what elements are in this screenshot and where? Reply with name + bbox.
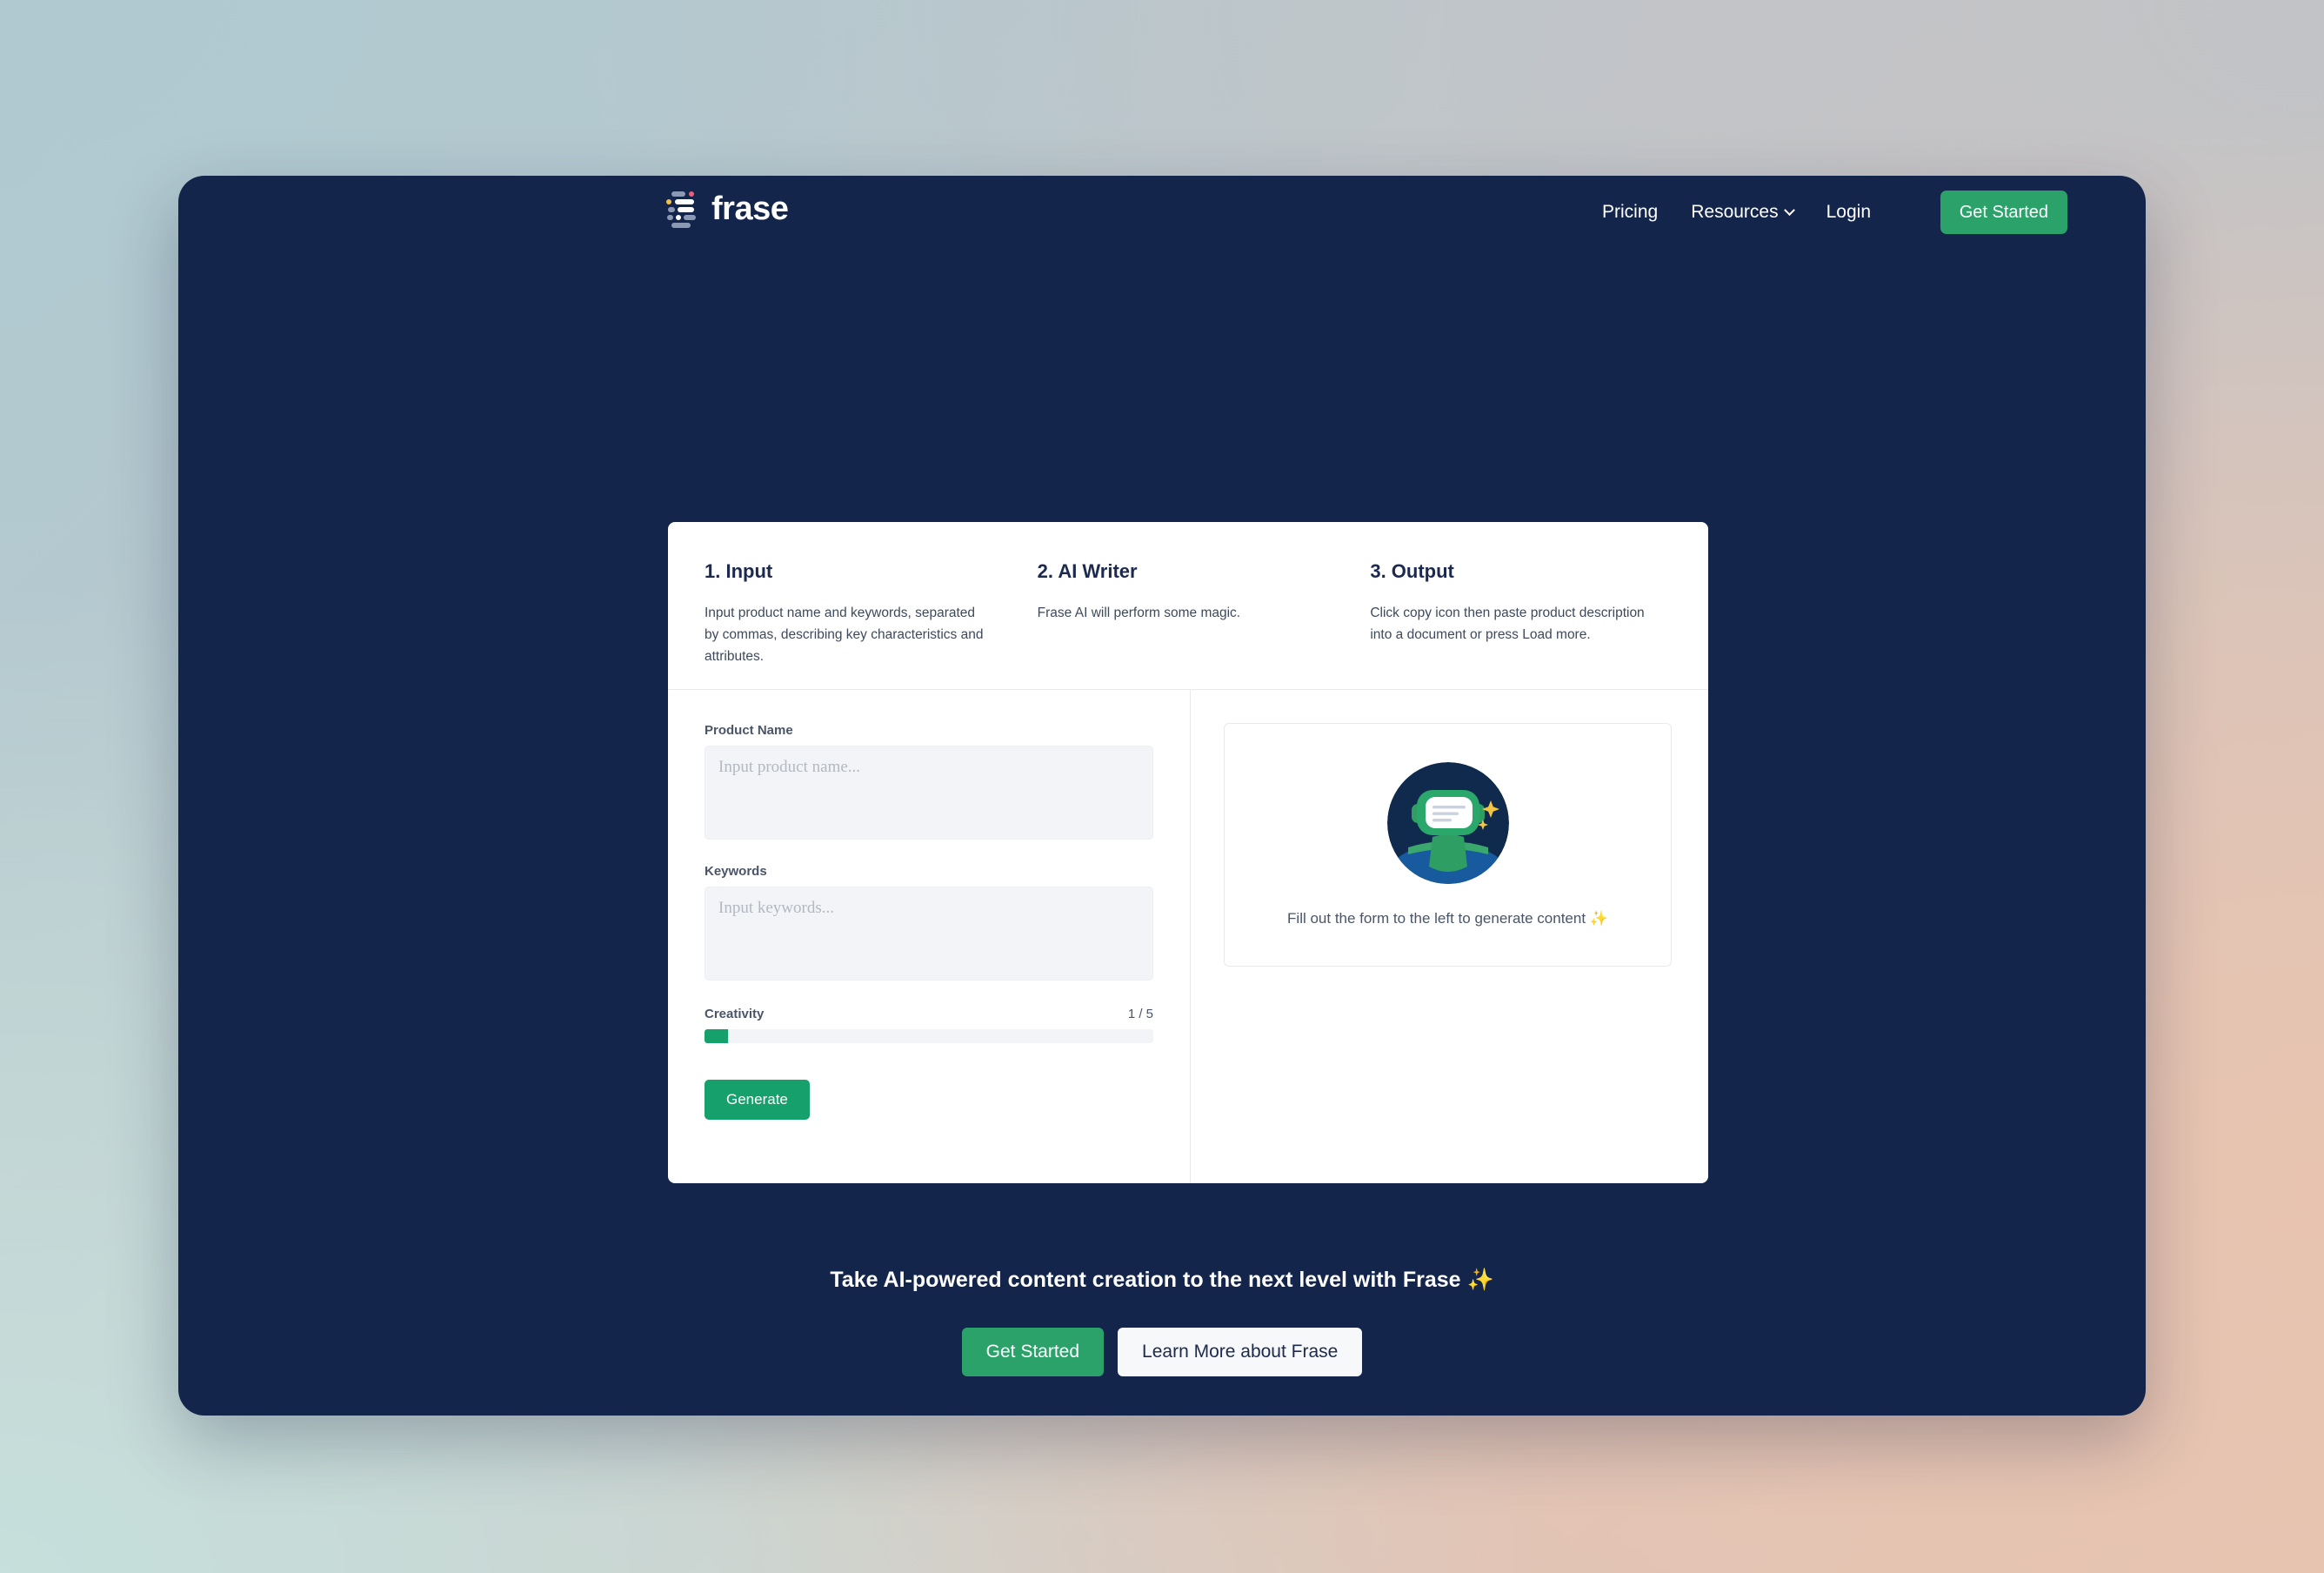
creativity-value: 1 / 5 — [1127, 1007, 1153, 1021]
step-ai-writer-desc: Frase AI will perform some magic. — [1037, 606, 1241, 620]
step-ai-writer: 2. AI Writer Frase AI will perform some … — [1038, 560, 1371, 689]
keywords-label: Keywords — [705, 864, 767, 879]
step-ai-writer-title: 2. AI Writer — [1037, 560, 1138, 582]
output-panel: Fill out the form to the left to generat… — [1224, 723, 1672, 967]
creativity-slider-fill — [705, 1029, 728, 1043]
footer-learn-more-button[interactable]: Learn More about Frase — [1118, 1328, 1363, 1376]
keywords-input[interactable] — [705, 887, 1153, 981]
footer-tagline: Take AI-powered content creation to the … — [830, 1268, 1494, 1292]
step-input: 1. Input Input product name and keywords… — [705, 560, 1038, 689]
frase-logo[interactable]: frase — [666, 190, 789, 228]
generate-button[interactable]: Generate — [705, 1080, 810, 1120]
footer-buttons: Get Started Learn More about Frase — [178, 1328, 2146, 1376]
step-output-title: 3. Output — [1370, 560, 1454, 582]
output-column: Fill out the form to the left to generat… — [1191, 690, 1708, 1183]
nav-link-pricing-label: Pricing — [1602, 202, 1659, 222]
generator-card: 1. Input Input product name and keywords… — [668, 522, 1708, 1183]
product-name-input[interactable] — [705, 746, 1153, 840]
nav-link-resources-label: Resources — [1691, 202, 1779, 222]
nav-links: Pricing Resources Login — [1602, 202, 1871, 223]
ai-robot-avatar-icon — [1386, 762, 1509, 884]
steps-section: 1. Input Input product name and keywords… — [668, 522, 1708, 689]
nav-link-login[interactable]: Login — [1826, 202, 1871, 223]
creativity-label: Creativity — [705, 1007, 765, 1021]
input-form-column: Product Name Keywords Creativity 1 / 5 G… — [668, 690, 1190, 1183]
nav-get-started-button[interactable]: Get Started — [1940, 191, 2067, 234]
field-spacer — [705, 840, 1153, 864]
output-caption: Fill out the form to the left to generat… — [1287, 910, 1608, 927]
footer-cta-section: Take AI-powered content creation to the … — [178, 1268, 2146, 1376]
site-panel: frase Pricing Resources Login Get Starte… — [178, 176, 2146, 1416]
step-input-title: 1. Input — [705, 560, 773, 582]
logo-wordmark: frase — [711, 191, 789, 227]
chevron-down-icon — [1783, 204, 1795, 216]
step-input-desc: Input product name and keywords, separat… — [705, 606, 984, 665]
nav-link-login-label: Login — [1826, 202, 1871, 222]
generator-body: Product Name Keywords Creativity 1 / 5 G… — [668, 690, 1708, 1183]
nav-link-resources[interactable]: Resources — [1691, 202, 1795, 223]
footer-get-started-button[interactable]: Get Started — [961, 1328, 1105, 1376]
nav-link-pricing[interactable]: Pricing — [1602, 202, 1658, 223]
product-name-label: Product Name — [705, 723, 793, 738]
creativity-row: Creativity 1 / 5 — [705, 1007, 1153, 1021]
sparkle-icon: ✨ — [1589, 910, 1608, 927]
step-output-desc: Click copy icon then paste product descr… — [1370, 606, 1645, 643]
output-caption-text: Fill out the form to the left to generat… — [1287, 910, 1586, 927]
top-navigation: frase Pricing Resources Login Get Starte… — [178, 176, 2146, 254]
step-output: 3. Output Click copy icon then paste pro… — [1370, 560, 1672, 689]
frase-bars-logo-icon — [666, 190, 699, 228]
creativity-slider[interactable] — [705, 1029, 1153, 1043]
